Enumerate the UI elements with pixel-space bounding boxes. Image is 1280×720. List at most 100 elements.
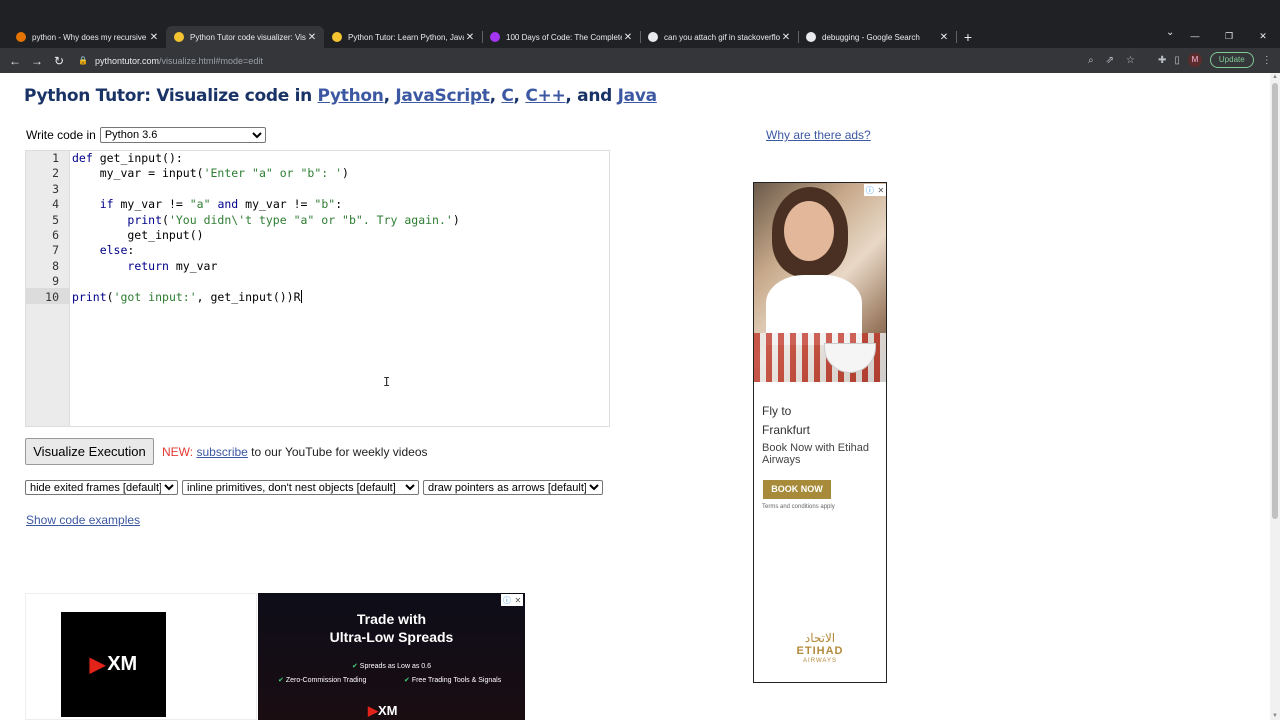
etihad-logo-sub: AIRWAYS [803,658,837,664]
omnibox-actions: ⌕ ⇗ ☆ [1088,48,1135,73]
forward-icon[interactable]: → [26,54,48,68]
lang-link-c[interactable]: C [501,86,513,106]
extensions-puzzle-icon[interactable]: ✚ [1158,55,1166,66]
tab-title: debugging - Google Search [822,32,920,42]
browser-tab[interactable]: Python Tutor code visualizer: Vis ✕ [166,26,324,48]
line-number: 2 [52,166,59,181]
line-number: 5 [52,212,59,227]
menu-kebab-icon[interactable]: ⋮ [1262,55,1272,66]
page-content: Python Tutor: Visualize code in Python , … [0,73,1270,720]
line-number: 10 [45,289,59,304]
scroll-down-icon[interactable]: ▼ [1272,713,1278,719]
browser-tab[interactable]: Python Tutor: Learn Python, Java ✕ [324,26,483,48]
ad-choices-icon[interactable]: ⓘ ✕ [864,184,886,196]
title-sep: , [383,86,396,106]
why-ads-link[interactable]: Why are there ads? [766,128,871,142]
write-code-label: Write code in [26,128,96,142]
restore-icon[interactable]: ❐ [1212,26,1246,46]
xm-logo: ▶ XM [61,612,166,717]
ad-book-text: Book Now with Etihad Airways [762,442,869,466]
address-bar[interactable]: 🔒 pythontutor.com/visualize.html#mode=ed… [78,51,1158,71]
language-select[interactable]: Python 3.6 [99,127,266,143]
new-label: NEW: [162,445,194,459]
scrollbar-thumb[interactable] [1272,83,1278,519]
side-panel-icon[interactable]: ▯ [1174,55,1180,66]
line-number: 8 [52,258,59,273]
tab-favicon-icon [806,32,816,42]
tab-favicon-icon [16,32,26,42]
tab-title: Python Tutor code visualizer: Vis [190,32,306,42]
lang-link-python[interactable]: Python [318,86,384,106]
ad-bullet: ✔ Free Trading Tools & Signals [404,677,502,684]
profile-avatar[interactable]: M [1187,53,1202,67]
ad-terms: Terms and conditions apply [762,504,835,510]
tab-favicon-icon [332,32,342,42]
url-host: pythontutor.com [94,55,160,66]
xm-mini-logo: ▶XM [368,703,398,718]
lang-link-javascript[interactable]: JavaScript [395,86,489,106]
browser-tab[interactable]: debugging - Google Search ✕ [798,26,957,48]
ad-destination: Frankfurt [762,423,811,437]
line-number: 6 [52,228,59,242]
tab-title: Python Tutor: Learn Python, Java [348,32,464,42]
update-button[interactable]: Update [1209,52,1254,68]
browser-toolbar: ← → ↻ 🔒 pythontutor.com/visualize.html#m… [0,48,1280,73]
lang-link-java[interactable]: Java [618,86,657,106]
tab-close-icon[interactable]: ✕ [464,32,476,43]
code-line: get_input() [72,228,204,242]
code-editor[interactable]: 1 2 3 4 5 6 7 8 9 10 def get_input(): my_var = in… [25,150,610,427]
close-window-icon[interactable]: ✕ [1246,26,1280,46]
visualizer-options: hide exited frames [default] inline prim… [25,480,603,495]
tab-favicon-icon [648,32,658,42]
tab-close-icon[interactable]: ✕ [306,32,318,43]
url-path: /visualize.html#mode=edit [159,55,263,66]
browser-tab[interactable]: python - Why does my recursive ✕ [8,26,167,48]
title-sep: , [513,86,526,106]
tab-favicon-icon [174,32,184,42]
visualize-execution-button[interactable]: Visualize Execution [25,438,154,465]
side-ad-banner[interactable]: ⓘ ✕ Fly to Frankfurt Book Now with Etihad… [753,182,887,683]
code-line: if my_var != "a" and my_var != "b": [99,197,343,212]
scroll-up-icon[interactable]: ▲ [1272,74,1278,80]
tab-close-icon[interactable]: ✕ [148,32,160,43]
pointers-select[interactable]: draw pointers as arrows [default] [423,480,603,495]
code-line: print('got input:', get_input())R [72,289,302,304]
browser-tab[interactable]: can you attach gif in stackoverflo ✕ [640,26,799,48]
share-icon[interactable]: ⇗ [1106,55,1114,66]
line-number-gutter: 1 2 3 4 5 6 7 8 9 10 [26,151,70,426]
browser-tab[interactable]: 100 Days of Code: The Complete ✕ [482,26,641,48]
show-code-examples-link[interactable]: Show code examples [26,513,140,527]
bookmark-star-icon[interactable]: ☆ [1126,55,1135,66]
tab-close-icon[interactable]: ✕ [622,32,634,43]
bottom-ad-banner[interactable]: ▶ XM Trade with Ultra-Low Spreads ✔ Sprea… [25,593,525,720]
tab-title: 100 Days of Code: The Complete [506,32,622,42]
ad-photo [754,183,886,382]
page-scrollbar[interactable]: ▲ ▼ [1270,73,1280,720]
tab-search-icon[interactable]: ⌄ [1166,27,1174,38]
back-icon[interactable]: ← [4,54,26,68]
line-number: 3 [52,181,59,196]
tab-close-icon[interactable]: ✕ [780,32,792,43]
minimize-icon[interactable]: — [1178,26,1212,46]
lang-link-cpp[interactable]: C++ [525,86,565,106]
text-cursor [300,289,302,303]
ad-bullet: ✔ Zero-Commission Trading [278,677,367,684]
line-number: 1 [52,151,59,165]
code-line: print('You didn\'t type "a" or "b". Try … [127,212,460,227]
tab-title: can you attach gif in stackoverflo [664,32,780,42]
ad-headline-1: Trade with [356,611,427,627]
new-tab-icon[interactable]: + [958,26,978,48]
code-line: else: [99,243,135,258]
reload-icon[interactable]: ↻ [48,54,70,68]
ad-choices-icon[interactable]: ⓘ ✕ [501,594,523,606]
tab-close-icon[interactable]: ✕ [938,32,950,43]
ad-book-now-button[interactable]: BOOK NOW [763,480,831,499]
ad-message-panel: Trade with Ultra-Low Spreads ✔ Spreads a… [258,593,525,720]
zoom-icon[interactable]: ⌕ [1088,55,1094,66]
subscribe-link[interactable]: subscribe [196,445,247,459]
ibeam-cursor-icon: I [383,375,391,389]
ad-fly-to: Fly to [762,404,792,418]
primitives-select[interactable]: inline primitives, don't nest objects [d… [182,480,419,495]
frames-select[interactable]: hide exited frames [default] [25,480,178,495]
